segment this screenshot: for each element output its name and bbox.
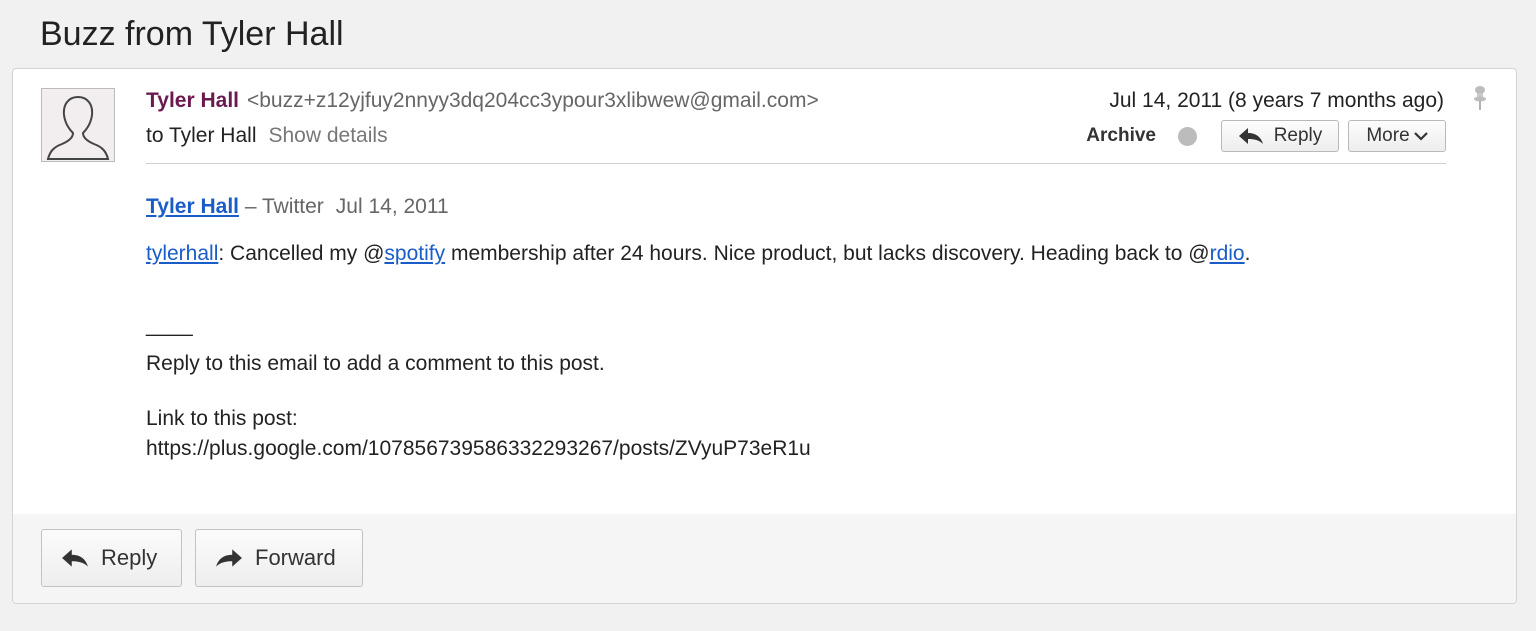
reply-label: Reply — [1273, 125, 1323, 146]
footer-reply-button[interactable]: Reply — [41, 529, 182, 587]
chevron-down-icon — [1413, 131, 1428, 141]
post-url: https://plus.google.com/1078567395863322… — [146, 437, 811, 460]
archive-button[interactable]: Archive — [1086, 125, 1156, 147]
signature-separator: ____ — [146, 314, 193, 337]
tweet-user-link[interactable]: tylerhall — [146, 242, 218, 265]
header-divider — [146, 163, 1446, 164]
recipient: to Tyler Hall — [146, 124, 257, 147]
email-subject: Buzz from Tyler Hall — [40, 15, 344, 53]
more-label: More — [1366, 125, 1410, 146]
post-header: Tyler Hall – Twitter Jul 14, 2011 — [146, 193, 1446, 221]
message-body: Tyler Hall – Twitter Jul 14, 2011 tylerha… — [146, 193, 1446, 463]
tweet-text-part: : Cancelled my @ — [218, 242, 385, 265]
footer-forward-button[interactable]: Forward — [195, 529, 363, 587]
tweet-mention-link[interactable]: rdio — [1210, 242, 1245, 265]
sender-email: <buzz+z12yjfuy2nnyy3dq204cc3ypour3xlibwe… — [246, 89, 819, 112]
post-author-link[interactable]: Tyler Hall — [146, 195, 239, 218]
pin-icon[interactable] — [1472, 85, 1488, 111]
post-source: – Twitter — [238, 195, 324, 218]
post-date: Jul 14, 2011 — [335, 195, 449, 218]
recipient-line: to Tyler Hall Show details — [146, 122, 388, 150]
tweet-text-end: . — [1244, 242, 1251, 265]
show-details-link[interactable]: Show details — [269, 124, 388, 147]
tweet-mention-link[interactable]: spotify — [384, 242, 445, 265]
avatar — [41, 88, 115, 162]
message-footer: Reply Forward — [13, 514, 1516, 603]
reply-arrow-icon — [1238, 127, 1264, 145]
message-card: Tyler Hall <buzz+z12yjfuy2nnyy3dq204cc3yp… — [12, 68, 1517, 604]
tweet-text-part: membership after 24 hours. Nice product,… — [445, 242, 1210, 265]
footer-forward-label: Forward — [255, 545, 336, 570]
sender-line: Tyler Hall <buzz+z12yjfuy2nnyy3dq204cc3yp… — [146, 87, 819, 115]
more-button[interactable]: More — [1348, 120, 1446, 152]
status-dot-icon[interactable] — [1178, 126, 1197, 146]
person-silhouette-icon — [46, 95, 110, 160]
tweet-text: tylerhall: Cancelled my @spotify members… — [146, 240, 1446, 268]
message-date: Jul 14, 2011 (8 years 7 months ago) — [1109, 89, 1444, 112]
reply-arrow-icon — [61, 548, 89, 568]
message-actions: Archive Reply More — [1086, 120, 1446, 152]
reply-button[interactable]: Reply — [1221, 120, 1339, 152]
forward-arrow-icon — [215, 548, 243, 568]
reply-note: Reply to this email to add a comment to … — [146, 352, 605, 375]
link-label: Link to this post: — [146, 407, 298, 430]
footer-reply-label: Reply — [101, 545, 158, 570]
sender-name[interactable]: Tyler Hall — [146, 89, 239, 112]
